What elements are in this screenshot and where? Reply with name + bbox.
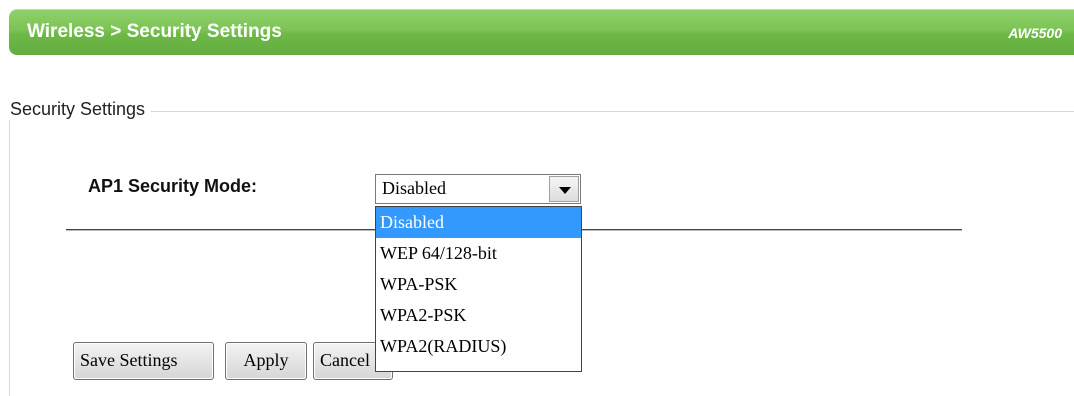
dropdown-option-wpa2-psk[interactable]: WPA2-PSK — [376, 300, 581, 331]
dropdown-option-wpa-psk[interactable]: WPA-PSK — [376, 269, 581, 300]
chevron-down-icon[interactable] — [549, 176, 579, 202]
apply-button[interactable]: Apply — [225, 342, 307, 380]
header-bar: Wireless > Security Settings AW5500 — [9, 9, 1074, 55]
dropdown-option-disabled[interactable]: Disabled — [376, 207, 581, 238]
page: Wireless > Security Settings AW5500 Secu… — [0, 0, 1074, 396]
security-mode-dropdown-list: Disabled WEP 64/128-bit WPA-PSK WPA2-PSK… — [375, 206, 582, 372]
model-label: AW5500 — [1008, 25, 1062, 41]
breadcrumb-title: Wireless > Security Settings — [27, 21, 282, 42]
security-mode-selected-value: Disabled — [382, 178, 446, 198]
security-mode-label: AP1 Security Mode: — [88, 176, 258, 196]
security-mode-select[interactable]: Disabled — [375, 174, 581, 204]
save-settings-button[interactable]: Save Settings — [73, 342, 214, 380]
dropdown-option-wpa2-radius[interactable]: WPA2(RADIUS) — [376, 331, 581, 362]
dropdown-option-wep[interactable]: WEP 64/128-bit — [376, 238, 581, 269]
section-legend: Security Settings — [8, 99, 152, 120]
